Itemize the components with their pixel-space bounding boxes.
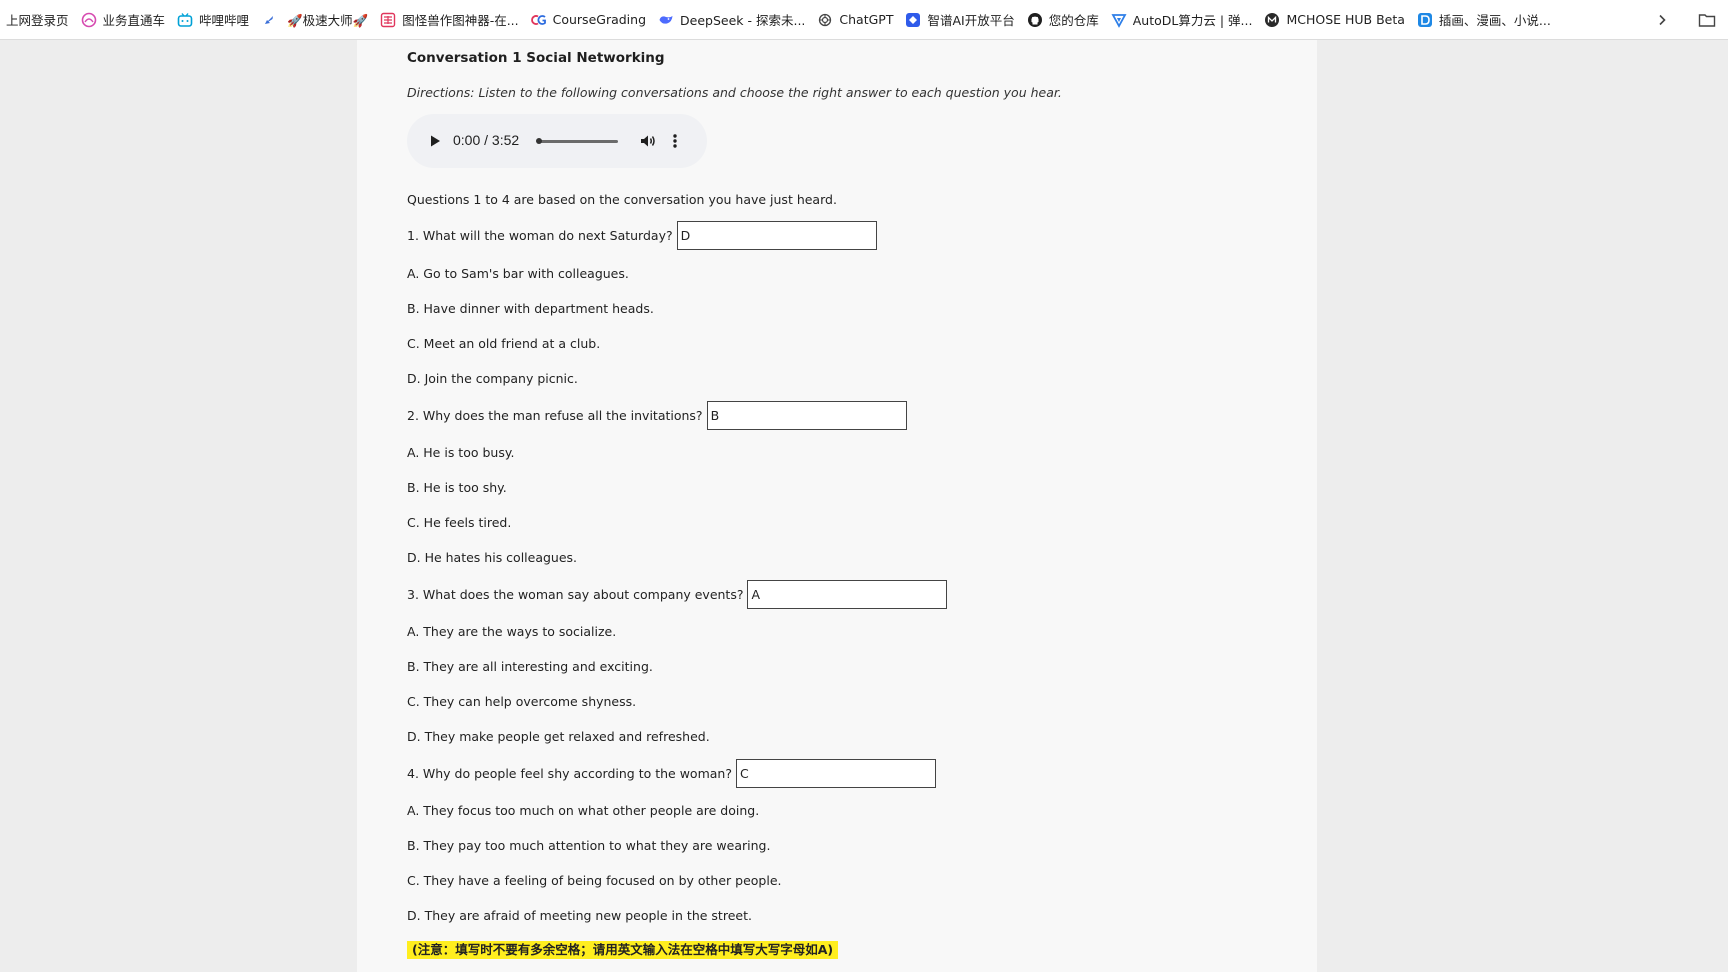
chevron-right-icon[interactable]: [1652, 10, 1672, 30]
bilibili-icon: [177, 12, 193, 28]
d-logo-icon: [1417, 12, 1433, 28]
option-1b: B. Have dinner with department heads.: [407, 301, 654, 316]
bookmark-label: MCHOSE HUB Beta: [1286, 12, 1405, 27]
bookmark-label: 业务直通车: [102, 13, 166, 28]
input-note: (注意：填写时不要有多余空格；请用英文输入法在空格中填写大写字母如A): [407, 941, 839, 959]
option-1c: C. Meet an old friend at a club.: [407, 336, 601, 351]
option-3b: B. They are all interesting and exciting…: [407, 659, 653, 674]
bookmark-github[interactable]: 您的仓库: [1023, 6, 1107, 34]
question-prompt: 2. Why does the man refuse all the invit…: [407, 407, 703, 423]
play-icon[interactable]: [427, 133, 443, 149]
github-icon: [1027, 12, 1043, 28]
answer-input-4[interactable]: [735, 758, 936, 788]
bookmark-coursegrading[interactable]: CourseGrading: [527, 6, 654, 34]
audio-time: 0:00 / 3:52: [453, 132, 519, 148]
page-title: Conversation 1 Social Networking: [407, 50, 665, 66]
bookmark-illustrations[interactable]: 插画、漫画、小说...: [1413, 6, 1559, 34]
bookmark-mchose[interactable]: MCHOSE HUB Beta: [1260, 6, 1412, 34]
chatgpt-icon: [817, 12, 833, 28]
questions-intro: Questions 1 to 4 are based on the conver…: [407, 192, 837, 207]
question-prompt: 4. Why do people feel shy according to t…: [407, 765, 732, 781]
answer-input-1[interactable]: [676, 220, 877, 250]
option-3a: A. They are the ways to socialize.: [407, 624, 617, 639]
bookmark-label: 上网登录页: [6, 13, 69, 28]
bookmark-label: 智谱AI开放平台: [927, 13, 1015, 28]
option-4c: C. They have a feeling of being focused …: [407, 873, 782, 888]
cg-logo-icon: [530, 12, 547, 28]
grid-logo-icon: [380, 12, 396, 28]
quiz-page: Conversation 1 Social Networking Directi…: [357, 40, 1317, 972]
bookmark-chatgpt[interactable]: ChatGPT: [813, 6, 901, 34]
bookmark-tuguaishou[interactable]: 图怪兽作图神器-在...: [376, 6, 526, 34]
circle-logo-icon: [81, 12, 97, 28]
zhipu-icon: [905, 12, 921, 28]
bookmark-label: 您的仓库: [1048, 13, 1099, 28]
bookmark-login[interactable]: 上网登录页: [6, 6, 77, 34]
option-1d: D. Join the company picnic.: [407, 371, 578, 386]
option-4d: D. They are afraid of meeting new people…: [407, 908, 752, 923]
question-4: 4. Why do people feel shy according to t…: [407, 758, 936, 788]
rocket-icon: [261, 12, 277, 28]
option-4b: B. They pay too much attention to what t…: [407, 838, 771, 853]
audio-progress-bar[interactable]: [537, 140, 618, 143]
option-2c: C. He feels tired.: [407, 515, 512, 530]
bookmark-label: 🚀极速大师🚀: [287, 13, 369, 28]
bookmarks-bar: 上网登录页 业务直通车 哔哩哔哩 🚀极速大师🚀 图怪兽作图神器-在... Cou…: [0, 0, 1728, 40]
bookmark-label: DeepSeek - 探索未...: [680, 13, 806, 28]
bookmark-deepseek[interactable]: DeepSeek - 探索未...: [654, 6, 813, 34]
option-3d: D. They make people get relaxed and refr…: [407, 729, 710, 744]
bookmark-label: CourseGrading: [552, 12, 647, 27]
bookmark-label: 图怪兽作图神器-在...: [402, 13, 519, 28]
volume-icon[interactable]: [639, 132, 657, 150]
audio-time-separator: /: [480, 132, 492, 148]
option-3c: C. They can help overcome shyness.: [407, 694, 637, 709]
mchose-icon: [1264, 12, 1280, 28]
autodl-icon: [1111, 12, 1127, 28]
bookmark-autodl[interactable]: AutoDL算力云 | 弹...: [1107, 6, 1261, 34]
option-2b: B. He is too shy.: [407, 480, 507, 495]
option-2a: A. He is too busy.: [407, 445, 515, 460]
more-options-icon[interactable]: [671, 132, 679, 150]
option-1a: A. Go to Sam's bar with colleagues.: [407, 266, 629, 281]
option-2d: D. He hates his colleagues.: [407, 550, 578, 565]
bookmark-label: 插画、漫画、小说...: [1438, 13, 1551, 28]
directions-text: Directions: Listen to the following conv…: [407, 85, 1062, 100]
question-3: 3. What does the woman say about company…: [407, 579, 948, 609]
bookmark-speed-master[interactable]: 🚀极速大师🚀: [283, 6, 376, 34]
audio-current-time: 0:00: [453, 132, 481, 148]
question-1: 1. What will the woman do next Saturday?: [407, 220, 877, 250]
bookmark-bilibili[interactable]: 哔哩哔哩: [173, 6, 257, 34]
audio-duration: 3:52: [491, 132, 520, 148]
bookmark-label: ChatGPT: [839, 12, 894, 27]
answer-input-3[interactable]: [747, 579, 948, 609]
question-prompt: 3. What does the woman say about company…: [407, 586, 744, 602]
deepseek-icon: [658, 12, 674, 28]
bookmark-label: AutoDL算力云 | 弹...: [1132, 13, 1253, 28]
folder-icon[interactable]: [1696, 10, 1718, 30]
question-2: 2. Why does the man refuse all the invit…: [407, 400, 907, 430]
answer-input-2[interactable]: [706, 400, 907, 430]
bookmark-label: 哔哩哔哩: [199, 13, 250, 28]
option-4a: A. They focus too much on what other peo…: [407, 803, 760, 818]
bookmark-zhipu[interactable]: 智谱AI开放平台: [901, 6, 1022, 34]
bookmark-business[interactable]: 业务直通车: [77, 6, 174, 34]
question-prompt: 1. What will the woman do next Saturday?: [407, 227, 673, 243]
audio-player: 0:00 / 3:52: [407, 114, 707, 168]
audio-progress-knob[interactable]: [536, 138, 542, 144]
